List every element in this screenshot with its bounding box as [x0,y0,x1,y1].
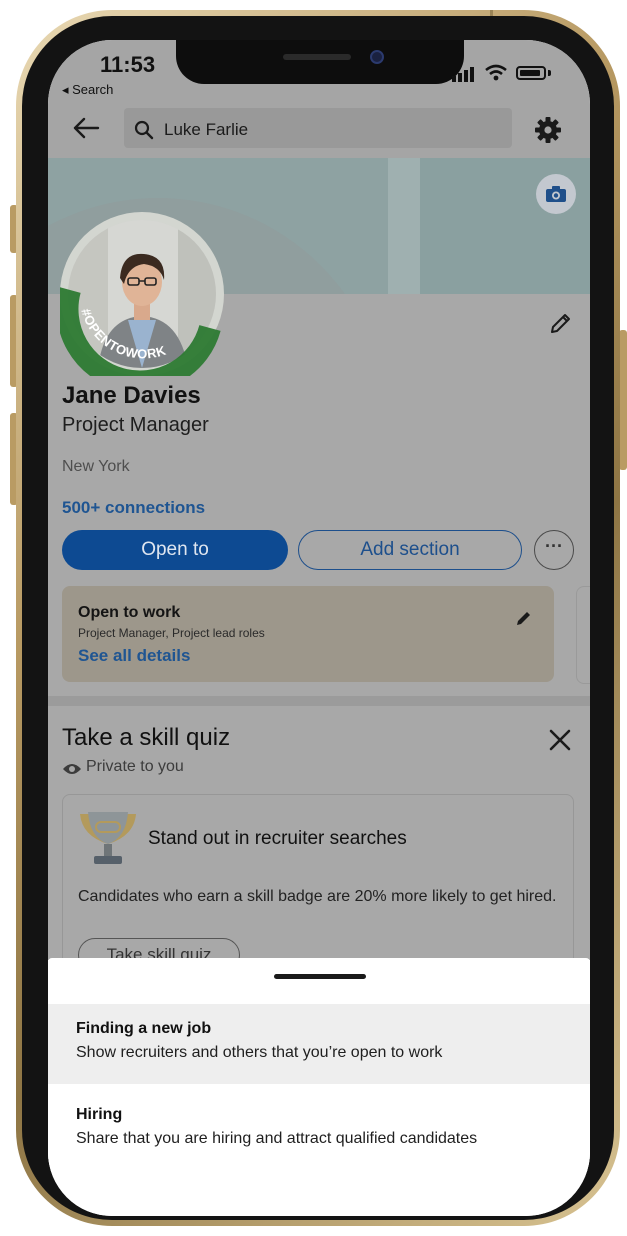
profile-name: Jane Davies [62,382,201,409]
profile-headline: Project Manager [62,414,209,436]
front-camera [370,50,384,64]
skill-quiz-headline: Stand out in recruiter searches [148,828,407,849]
option-title: Finding a new job [76,1020,212,1037]
opentowork-badge: #OPENTOWORK [60,287,221,376]
see-all-details-link[interactable]: See all details [78,646,190,666]
battery-cap [548,70,551,76]
battery-level [520,70,540,76]
wifi-icon [485,64,507,81]
open-to-button[interactable]: Open to [62,530,288,570]
close-icon[interactable] [548,728,572,752]
eye-icon [63,764,81,774]
option-hiring[interactable] [48,1084,590,1164]
pencil-icon[interactable] [546,310,574,338]
status-time: 11:53 [100,52,156,77]
notch [176,40,464,84]
trophy-icon [80,812,136,864]
gear-icon[interactable] [534,116,562,144]
earpiece-speaker [283,54,351,60]
next-card-peek[interactable] [576,586,590,684]
battery-icon [516,66,546,80]
back-arrow-icon[interactable] [70,112,102,144]
phone-screen: 11:53 ◂ Search Luke Farlie #OPENTOWORK J… [48,40,590,1216]
sheet-drag-handle[interactable] [274,974,366,979]
section-divider [48,696,590,706]
pencil-icon[interactable] [514,608,534,628]
search-icon [134,120,154,140]
signal-icon [452,67,474,82]
camera-icon [546,186,566,202]
more-options-button[interactable]: ··· [534,530,574,570]
visibility-label: Private to you [86,758,184,775]
option-description: Show recruiters and others that you’re o… [76,1044,443,1061]
open-to-work-roles: Project Manager, Project lead roles [78,626,265,640]
open-to-work-title: Open to work [78,604,181,621]
power-button [619,330,627,470]
profile-location: New York [62,458,130,475]
back-to-search-link[interactable]: ◂ Search [62,82,113,98]
skill-quiz-description: Candidates who earn a skill badge are 20… [78,888,557,905]
option-title: Hiring [76,1106,123,1123]
search-query-text: Luke Farlie [164,120,249,139]
connections-link[interactable]: 500+ connections [62,498,205,518]
skill-quiz-title: Take a skill quiz [62,724,231,751]
add-section-button[interactable]: Add section [298,530,522,570]
banner-stripe [388,158,420,294]
option-description: Share that you are hiring and attract qu… [76,1130,478,1147]
